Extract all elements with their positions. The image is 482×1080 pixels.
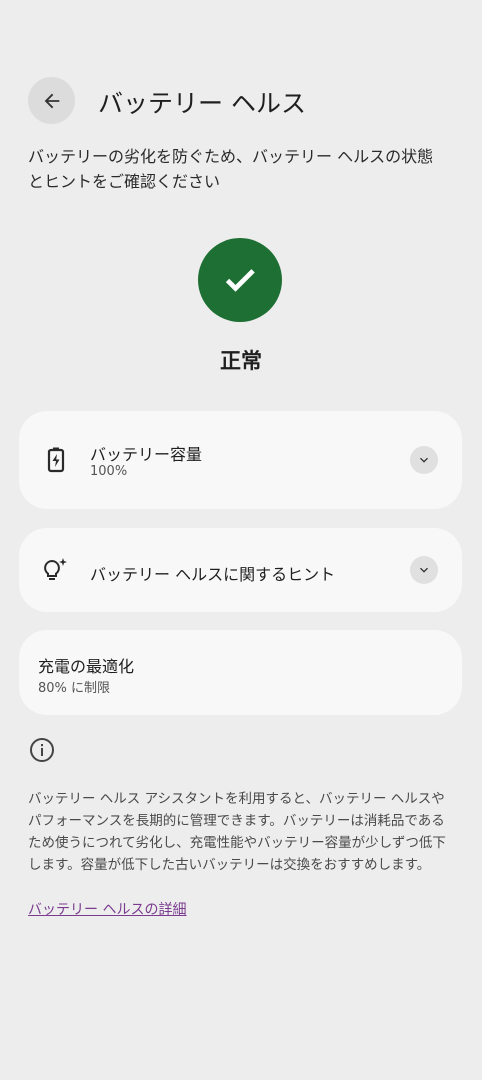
battery-capacity-card[interactable]: バッテリー容量 100% bbox=[19, 411, 462, 509]
page-title: バッテリー ヘルス bbox=[98, 89, 306, 118]
battery-health-details-link[interactable]: バッテリー ヘルスの詳細 bbox=[28, 899, 186, 919]
lightbulb-sparkle-icon bbox=[41, 556, 69, 584]
battery-tips-title: バッテリー ヘルスに関するヒント bbox=[90, 565, 336, 584]
page-description: バッテリーの劣化を防ぐため、バッテリー ヘルスの状態とヒントをご確認ください bbox=[28, 147, 434, 191]
charging-optimization-card[interactable]: 充電の最適化 80% に制限 bbox=[19, 630, 462, 715]
status-label: 正常 bbox=[220, 349, 262, 373]
chevron-down-icon bbox=[420, 457, 428, 463]
info-text: バッテリー ヘルス アシスタントを利用すると、バッテリー ヘルスやパフォーマンス… bbox=[28, 791, 446, 873]
battery-tips-card[interactable]: バッテリー ヘルスに関するヒント bbox=[19, 528, 462, 612]
charging-optimization-title: 充電の最適化 bbox=[38, 657, 135, 676]
expand-capacity-button[interactable] bbox=[410, 446, 438, 474]
check-icon bbox=[225, 269, 255, 292]
arrow-back-icon bbox=[44, 93, 59, 108]
battery-capacity-value: 100% bbox=[90, 464, 128, 479]
chevron-down-icon bbox=[420, 567, 428, 573]
status-indicator bbox=[198, 238, 282, 322]
back-button[interactable] bbox=[28, 77, 75, 124]
battery-capacity-title: バッテリー容量 bbox=[90, 445, 203, 464]
expand-tips-button[interactable] bbox=[410, 556, 438, 584]
battery-charging-icon bbox=[44, 446, 68, 474]
info-icon bbox=[29, 737, 55, 763]
charging-optimization-value: 80% に制限 bbox=[38, 681, 111, 696]
